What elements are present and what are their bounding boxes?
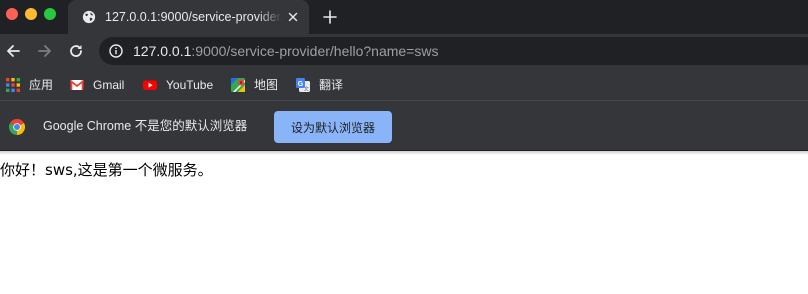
url-text: 127.0.0.1:9000/service-provider/hello?na… (133, 43, 438, 60)
close-icon[interactable] (287, 11, 299, 23)
bookmark-gmail[interactable]: Gmail (70, 76, 124, 93)
chrome-logo-icon (9, 119, 25, 135)
browser-toolbar: 127.0.0.1:9000/service-provider/hello?na… (0, 34, 808, 68)
reload-icon[interactable] (68, 43, 84, 59)
plus-icon[interactable] (322, 9, 338, 25)
arrow-right-icon[interactable] (37, 43, 53, 59)
bookmark-maps[interactable]: 地图 (231, 76, 278, 93)
infobar-message: Google Chrome 不是您的默认浏览器 (43, 119, 248, 133)
chrome-divider-shadow (0, 151, 808, 155)
url-host: 127.0.0.1 (133, 43, 192, 59)
svg-text:文: 文 (304, 85, 309, 92)
url-path: :9000/service-provider/hello?name=sws (191, 43, 439, 59)
bookmark-youtube[interactable]: YouTube (143, 76, 213, 93)
window-close-button[interactable] (6, 8, 18, 20)
tab-strip: 127.0.0.1:9000/service-provider/hello?na… (0, 0, 808, 34)
window-minimize-button[interactable] (25, 8, 37, 20)
tab-title: 127.0.0.1:9000/service-provider/hello?na… (105, 10, 283, 24)
arrow-left-icon[interactable] (5, 43, 21, 59)
active-tab[interactable]: 127.0.0.1:9000/service-provider/hello?na… (68, 0, 309, 34)
bookmark-gmail-label: Gmail (93, 77, 125, 92)
youtube-icon (143, 80, 157, 90)
set-default-browser-button[interactable]: 设为默认浏览器 (274, 111, 392, 143)
bookmark-translate[interactable]: G 文 翻译 (296, 76, 343, 93)
bookmarks-bar: 应用 Gmail YouTube 地图 G 文 翻译 (0, 68, 808, 101)
gmail-icon (70, 79, 84, 90)
google-maps-icon (231, 77, 245, 92)
info-icon[interactable] (109, 44, 123, 58)
bookmark-maps-label: 地图 (254, 77, 279, 92)
default-browser-infobar: Google Chrome 不是您的默认浏览器 设为默认浏览器 (0, 101, 808, 151)
bookmark-apps[interactable]: 应用 (6, 76, 53, 93)
bookmark-youtube-label: YouTube (166, 77, 214, 92)
address-bar[interactable]: 127.0.0.1:9000/service-provider/hello?na… (99, 37, 808, 65)
page-body-text: 你好！sws,这是第一个微服务。 (0, 161, 213, 179)
bookmark-translate-label: 翻译 (319, 77, 344, 92)
globe-icon (82, 10, 96, 24)
apps-grid-icon (6, 77, 20, 92)
google-translate-icon: G 文 (296, 77, 310, 92)
bookmark-apps-label: 应用 (29, 77, 54, 92)
window-zoom-button[interactable] (44, 8, 56, 20)
